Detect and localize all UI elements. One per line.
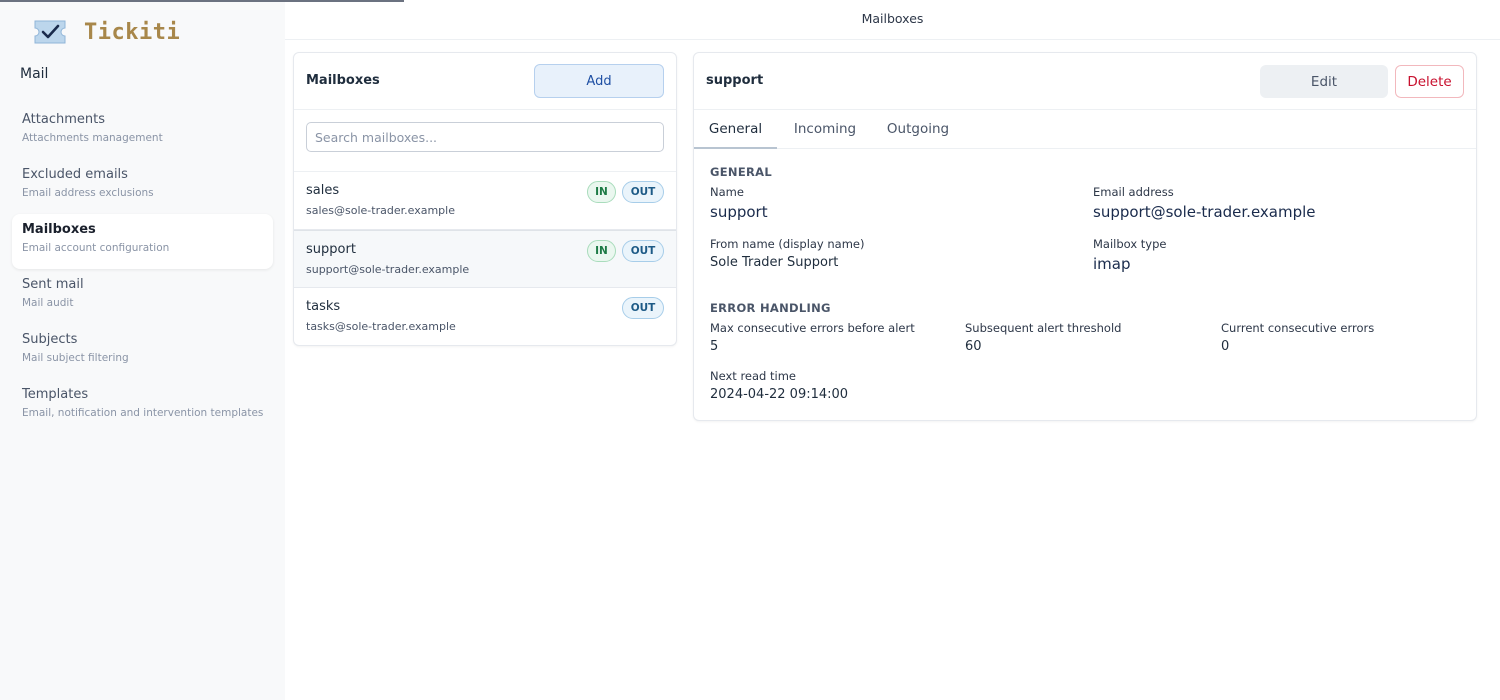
edit-button[interactable]: Edit [1260,65,1388,98]
mailbox-list-panel: Mailboxes Add sales sales@sole-trader.ex… [293,52,677,346]
tab-outgoing[interactable]: Outgoing [880,110,956,149]
tab-incoming[interactable]: Incoming [785,110,865,149]
mailbox-name: tasks [306,299,341,314]
ticket-check-icon [34,20,66,44]
sidebar-item-sent-mail[interactable]: Sent mail Mail audit [12,269,273,324]
sidebar-item-description: Attachments management [22,132,163,144]
sidebar-nav: Attachments Attachments management Exclu… [12,104,273,434]
sidebar: Tickiti Mail Attachments Attachments man… [0,0,404,700]
sidebar-section-title: Mail [20,66,49,82]
mailbox-email: tasks@sole-trader.example [306,320,456,333]
outgoing-badge: OUT [622,181,664,203]
mailbox-type-value: imap [1093,255,1131,273]
mailbox-type-label: Mailbox type [1093,237,1167,251]
current-errors-value: 0 [1221,339,1230,354]
mailbox-row-tasks[interactable]: tasks tasks@sole-trader.example OUT [294,288,676,345]
alert-threshold-label: Subsequent alert threshold [965,321,1122,335]
mailbox-badges: IN OUT [587,181,664,203]
delete-button[interactable]: Delete [1395,65,1464,98]
sidebar-item-label: Subjects [22,332,78,347]
from-name-field: From name (display name) Sole Trader Sup… [710,237,865,270]
current-errors-label: Current consecutive errors [1221,321,1375,335]
sidebar-item-mailboxes[interactable]: Mailboxes Email account configuration [12,214,273,269]
email-address-field: Email address support@sole-trader.exampl… [1093,185,1316,221]
name-value: support [710,203,768,221]
mailbox-list-header: Mailboxes Add [294,53,676,110]
sidebar-item-templates[interactable]: Templates Email, notification and interv… [12,379,273,434]
mailbox-badges: IN OUT [587,240,664,262]
mailbox-list-title: Mailboxes [306,73,380,88]
mailbox-email: sales@sole-trader.example [306,204,455,217]
from-name-value: Sole Trader Support [710,255,839,270]
detail-tabs: General Incoming Outgoing [694,110,1476,149]
current-errors-field: Current consecutive errors 0 [1221,321,1374,354]
mailbox-type-field: Mailbox type imap [1093,237,1167,273]
from-name-label: From name (display name) [710,237,865,251]
max-errors-value: 5 [710,339,719,354]
incoming-badge: IN [587,240,616,262]
sidebar-item-description: Mail audit [22,297,74,309]
max-errors-label: Max consecutive errors before alert [710,321,915,335]
sidebar-item-attachments[interactable]: Attachments Attachments management [12,104,273,159]
outgoing-badge: OUT [622,240,664,262]
app-name: Tickiti [84,19,181,45]
mailbox-email: support@sole-trader.example [306,263,470,276]
top-progress-line [0,0,404,2]
sidebar-item-label: Mailboxes [22,222,96,237]
general-section-heading: GENERAL [710,165,772,179]
alert-threshold-field: Subsequent alert threshold 60 [965,321,1121,354]
sidebar-item-label: Excluded emails [22,167,128,182]
mailbox-detail-panel: support Edit Delete General Incoming Out… [693,52,1477,421]
page-title: Mailboxes [285,0,1500,40]
name-field: Name support [710,185,768,221]
search-input[interactable] [306,122,664,152]
mailbox-detail-header: support Edit Delete [694,53,1476,110]
outgoing-badge: OUT [622,297,664,319]
mailbox-row-sales[interactable]: sales sales@sole-trader.example IN OUT [294,172,676,230]
search-area [294,110,676,172]
incoming-badge: IN [587,181,616,203]
sidebar-item-description: Mail subject filtering [22,352,129,364]
error-handling-section-heading: ERROR HANDLING [710,301,831,315]
tab-general[interactable]: General [694,110,777,149]
email-address-label: Email address [1093,185,1174,199]
next-read-time-value: 2024-04-22 09:14:00 [710,387,849,402]
mailbox-badges: OUT [622,297,664,319]
next-read-time-field: Next read time 2024-04-22 09:14:00 [710,369,848,402]
email-address-value: support@sole-trader.example [1093,203,1316,221]
sidebar-item-description: Email account configuration [22,242,170,254]
app-logo[interactable]: Tickiti [32,18,180,46]
sidebar-item-label: Sent mail [22,277,84,292]
mailbox-detail-title: support [706,73,764,88]
max-errors-field: Max consecutive errors before alert 5 [710,321,915,354]
mailbox-row-support[interactable]: support support@sole-trader.example IN O… [294,230,676,288]
alert-threshold-value: 60 [965,339,982,354]
sidebar-item-description: Email address exclusions [22,187,154,199]
name-label: Name [710,185,744,199]
sidebar-item-excluded-emails[interactable]: Excluded emails Email address exclusions [12,159,273,214]
next-read-time-label: Next read time [710,369,796,383]
add-mailbox-button[interactable]: Add [534,64,664,98]
sidebar-item-subjects[interactable]: Subjects Mail subject filtering [12,324,273,379]
sidebar-item-label: Templates [22,387,89,402]
sidebar-item-label: Attachments [22,112,105,127]
sidebar-item-description: Email, notification and intervention tem… [22,407,264,419]
